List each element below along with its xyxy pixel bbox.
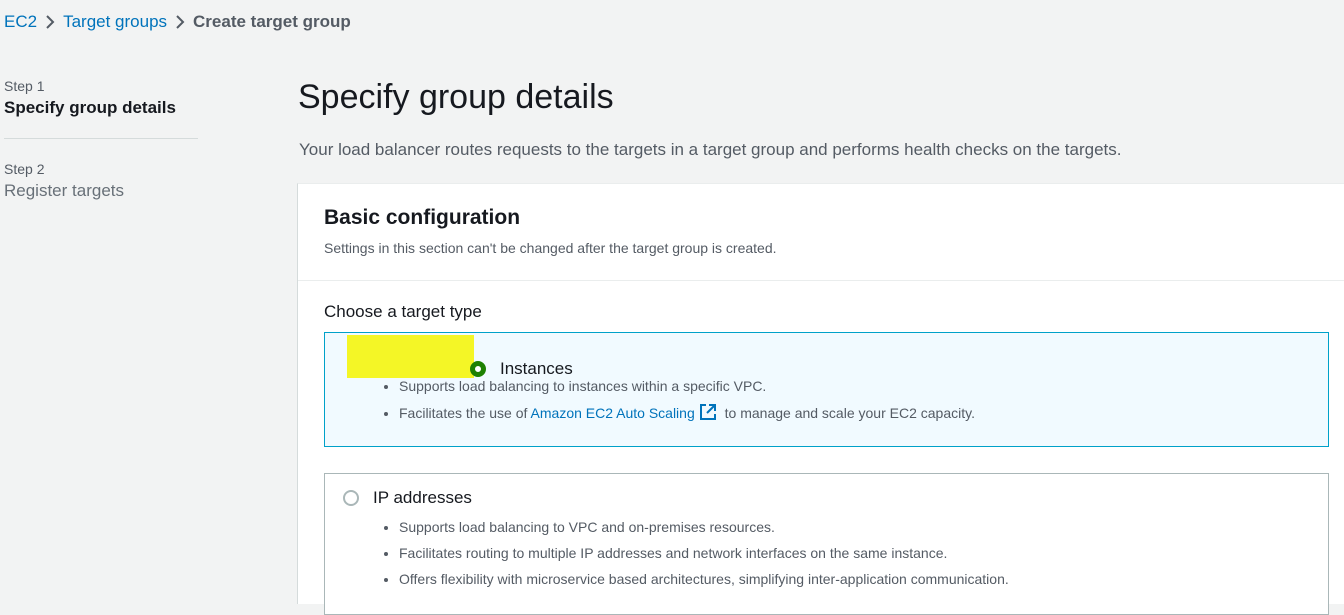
target-type-option-ip-addresses[interactable]: IP addresses Supports load balancing to … [324, 473, 1329, 615]
panel-subtitle: Settings in this section can't be change… [324, 240, 777, 256]
ip-addresses-label: IP addresses [373, 488, 472, 507]
ip-addresses-bullets: Supports load balancing to VPC and on-pr… [381, 518, 1009, 596]
list-item: Supports load balancing to VPC and on-pr… [399, 518, 1009, 544]
instances-label: Instances [500, 358, 573, 378]
panel-header: Basic configuration Settings in this sec… [298, 184, 1344, 281]
target-type-label: Choose a target type [324, 302, 482, 321]
page-title: Specify group details [298, 78, 614, 116]
panel-title: Basic configuration [324, 206, 521, 229]
list-item: Facilitates the use of Amazon EC2 Auto S… [399, 403, 975, 429]
bullet-text-prefix: Facilitates the use of [399, 405, 531, 421]
highlight-marker [347, 335, 474, 378]
amazon-ec2-auto-scaling-link[interactable]: Amazon EC2 Auto Scaling [531, 405, 695, 421]
wizard-steps: Step 1 Specify group details Step 2 Regi… [4, 78, 198, 201]
page-description: Your load balancer routes requests to th… [299, 140, 1122, 159]
instances-radio-button[interactable] [470, 360, 486, 377]
basic-configuration-panel: Basic configuration Settings in this sec… [297, 183, 1344, 615]
step-2-title: Register targets [4, 181, 124, 200]
instances-bullets: Supports load balancing to instances wit… [381, 377, 975, 429]
breadcrumb: EC2 Target groups Create target group [4, 10, 351, 34]
chevron-right-icon [167, 14, 193, 30]
breadcrumb-current: Create target group [193, 12, 351, 31]
list-item: Supports load balancing to instances wit… [399, 377, 975, 403]
ip-addresses-radio-button[interactable] [343, 490, 359, 506]
target-type-option-instances[interactable]: Instances Supports load balancing to ins… [324, 332, 1329, 447]
step-1-title: Specify group details [4, 98, 176, 117]
bullet-text-suffix: to manage and scale your EC2 capacity. [720, 405, 975, 421]
list-item: Offers flexibility with microservice bas… [399, 570, 1009, 596]
chevron-right-icon [37, 14, 63, 30]
ip-addresses-radio-row[interactable]: IP addresses [343, 488, 472, 508]
list-item: Facilitates routing to multiple IP addre… [399, 544, 1009, 570]
breadcrumb-link-target-groups[interactable]: Target groups [63, 12, 167, 32]
external-link-icon[interactable] [699, 403, 717, 425]
step-divider [4, 138, 198, 139]
step-2-number: Step 2 [4, 161, 45, 177]
breadcrumb-link-ec2[interactable]: EC2 [4, 12, 37, 32]
step-1-number: Step 1 [4, 78, 45, 94]
